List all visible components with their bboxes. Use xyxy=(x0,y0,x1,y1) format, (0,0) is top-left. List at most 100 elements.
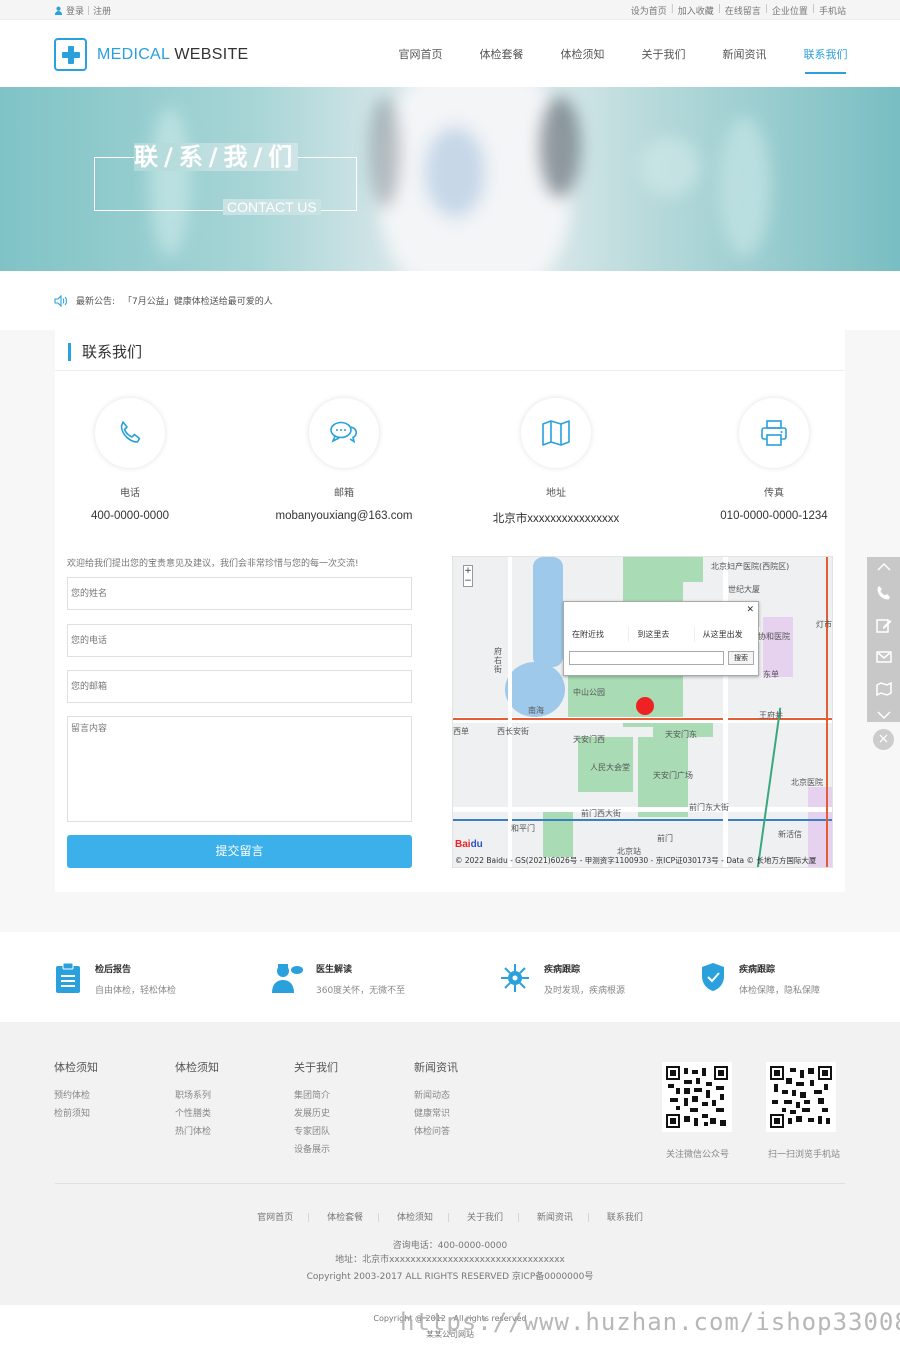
tab-go-here[interactable]: 到这里去 xyxy=(629,627,695,642)
footer-nav-contact[interactable]: 联系我们 xyxy=(607,1213,643,1223)
contact-value: 400-0000-0000 xyxy=(90,510,169,522)
footer-link[interactable]: 检前须知 xyxy=(54,1105,98,1123)
footer-phone: 咨询电话：400-0000-0000 xyxy=(392,1241,508,1251)
footer-link[interactable]: 设备展示 xyxy=(294,1141,338,1159)
footer-link[interactable]: 健康常识 xyxy=(414,1105,458,1123)
feature-desc: 体检保障，隐私保障 xyxy=(739,986,821,996)
set-homepage-link[interactable]: 设为首页 xyxy=(631,4,667,17)
shield-icon xyxy=(702,963,724,991)
online-message-link[interactable]: 在线留言 xyxy=(725,4,761,17)
feature-item: 疾病跟踪 及时发现，疾病根源 xyxy=(499,962,625,996)
contact-value[interactable]: mobanyouxiang@163.com xyxy=(269,510,419,522)
chevron-up-icon[interactable] xyxy=(867,557,900,577)
nav-packages[interactable]: 体检套餐 xyxy=(461,46,542,74)
nav-news[interactable]: 新闻资讯 xyxy=(704,46,785,74)
map-search-input[interactable] xyxy=(569,651,724,665)
footer-col-title: 新闻资讯 xyxy=(414,1061,458,1074)
footer-nav-packages[interactable]: 体检套餐 xyxy=(327,1213,363,1223)
logo[interactable]: MEDICAL WEBSITE xyxy=(54,38,249,71)
popup-tabs: 在附近找 到这里去 从这里出发 xyxy=(564,627,760,642)
feature-desc: 360度关怀，无微不至 xyxy=(316,986,406,996)
footer-nav-home[interactable]: 官网首页 xyxy=(257,1213,293,1223)
name-input[interactable]: 您的姓名 xyxy=(67,577,412,610)
map-popup: ✕ 在附近找 到这里去 从这里出发 搜索 xyxy=(563,601,760,676)
add-favorite-link[interactable]: 加入收藏 xyxy=(678,4,714,17)
map-icon[interactable] xyxy=(867,673,900,705)
notice-text[interactable]: 「7月公益」健康体检送给最可爱的人 xyxy=(123,294,273,307)
mail-icon[interactable] xyxy=(867,641,900,673)
footer-link[interactable]: 预约体检 xyxy=(54,1087,98,1105)
mobile-qr-code xyxy=(766,1062,836,1132)
map-icon xyxy=(521,398,591,468)
mobile-site-link[interactable]: 手机站 xyxy=(819,4,846,17)
contact-label: 地址 xyxy=(546,488,566,499)
section-title: 联系我们 xyxy=(68,343,142,361)
wechat-qr-code xyxy=(662,1062,732,1132)
qr-label: 关注微信公众号 xyxy=(666,1150,730,1160)
doctor-icon xyxy=(272,964,303,993)
contact-value: 北京市xxxxxxxxxxxxxxxx xyxy=(492,513,620,525)
header: MEDICAL WEBSITE 官网首页 体检套餐 体检须知 关于我们 新闻资讯… xyxy=(0,20,900,87)
contact-email: 邮箱 mobanyouxiang@163.com xyxy=(269,398,419,522)
notice-label: 最新公告: xyxy=(76,297,116,307)
login-link[interactable]: 登录 xyxy=(66,4,84,17)
top-links: 设为首页 | 加入收藏 | 在线留言 | 企业位置 | 手机站 xyxy=(630,4,846,17)
banner: 联/系/我/们 CONTACT US xyxy=(0,87,900,271)
footer-address: 地址：北京市xxxxxxxxxxxxxxxxxxxxxxxxxxxxxxxxx xyxy=(335,1255,565,1265)
contact-address: 地址 北京市xxxxxxxxxxxxxxxx xyxy=(481,398,631,526)
edit-icon[interactable] xyxy=(867,609,900,641)
watermark: https://www.huzhan.com/ishop33008 xyxy=(400,1308,900,1336)
contact-label: 邮箱 xyxy=(334,488,354,499)
side-toolbar xyxy=(867,557,900,722)
footer-link[interactable]: 职场系列 xyxy=(175,1087,219,1105)
logo-text-secondary: WEBSITE xyxy=(174,45,249,63)
footer-link[interactable]: 个性膳类 xyxy=(175,1105,219,1123)
user-links: 登录 | 注册 xyxy=(54,4,111,17)
company-location-link[interactable]: 企业位置 xyxy=(772,4,808,17)
location-marker-icon[interactable] xyxy=(636,697,654,715)
notice-bar: 最新公告: 「7月公益」健康体检送给最可爱的人 xyxy=(54,294,273,307)
footer-link[interactable]: 发展历史 xyxy=(294,1105,338,1123)
footer-col: 体检须知 职场系列 个性膳类 热门体检 xyxy=(175,1059,219,1141)
nav-contact[interactable]: 联系我们 xyxy=(785,46,866,74)
message-textarea[interactable]: 留言内容 xyxy=(67,716,412,822)
nav-about[interactable]: 关于我们 xyxy=(623,46,704,74)
tab-from-here[interactable]: 从这里出发 xyxy=(695,627,760,642)
divider xyxy=(55,370,845,371)
nav-home[interactable]: 官网首页 xyxy=(380,46,461,74)
user-icon xyxy=(54,6,63,15)
feature-title: 疾病跟踪 xyxy=(739,965,776,975)
speaker-icon xyxy=(54,294,67,307)
email-input[interactable]: 您的邮箱 xyxy=(67,670,412,703)
footer-nav-about[interactable]: 关于我们 xyxy=(467,1213,503,1223)
tab-nearby[interactable]: 在附近找 xyxy=(564,627,630,642)
footer-link[interactable]: 专家团队 xyxy=(294,1123,338,1141)
contact-value: 010-0000-0000-1234 xyxy=(720,510,828,522)
baidu-map[interactable]: + − ✕ 在附近找 到这里去 从这里出发 搜索 中山公园 南海 西长安街 天安门… xyxy=(452,556,833,868)
printer-icon xyxy=(739,398,809,468)
footer-nav-news[interactable]: 新闻资讯 xyxy=(537,1213,573,1223)
footer-copyright: Copyright 2003-2017 ALL RIGHTS RESERVED … xyxy=(306,1272,594,1282)
footer-link[interactable]: 新闻动态 xyxy=(414,1087,458,1105)
close-icon[interactable]: × xyxy=(873,729,894,750)
footer-link[interactable]: 集团简介 xyxy=(294,1087,338,1105)
close-icon[interactable]: ✕ xyxy=(746,605,754,615)
zoom-control[interactable]: + − xyxy=(463,565,473,587)
phone-icon[interactable] xyxy=(867,577,900,609)
medical-cross-icon xyxy=(54,38,87,71)
register-link[interactable]: 注册 xyxy=(93,4,111,17)
footer-nav-notice[interactable]: 体检须知 xyxy=(397,1213,433,1223)
submit-button[interactable]: 提交留言 xyxy=(67,835,412,868)
footer-col: 关于我们 集团简介 发展历史 专家团队 设备展示 xyxy=(294,1059,338,1159)
footer-link[interactable]: 体检问答 xyxy=(414,1123,458,1141)
nav-notice[interactable]: 体检须知 xyxy=(542,46,623,74)
footer-link[interactable]: 热门体检 xyxy=(175,1123,219,1141)
virus-icon xyxy=(501,964,529,992)
footer-divider xyxy=(55,1183,845,1184)
logo-text-primary: MEDICAL xyxy=(97,45,170,63)
chevron-down-icon[interactable] xyxy=(867,705,900,725)
chat-icon xyxy=(309,398,379,468)
phone-input[interactable]: 您的电话 xyxy=(67,624,412,657)
map-search-button[interactable]: 搜索 xyxy=(728,651,754,665)
qr-label: 扫一扫浏览手机站 xyxy=(768,1150,841,1160)
